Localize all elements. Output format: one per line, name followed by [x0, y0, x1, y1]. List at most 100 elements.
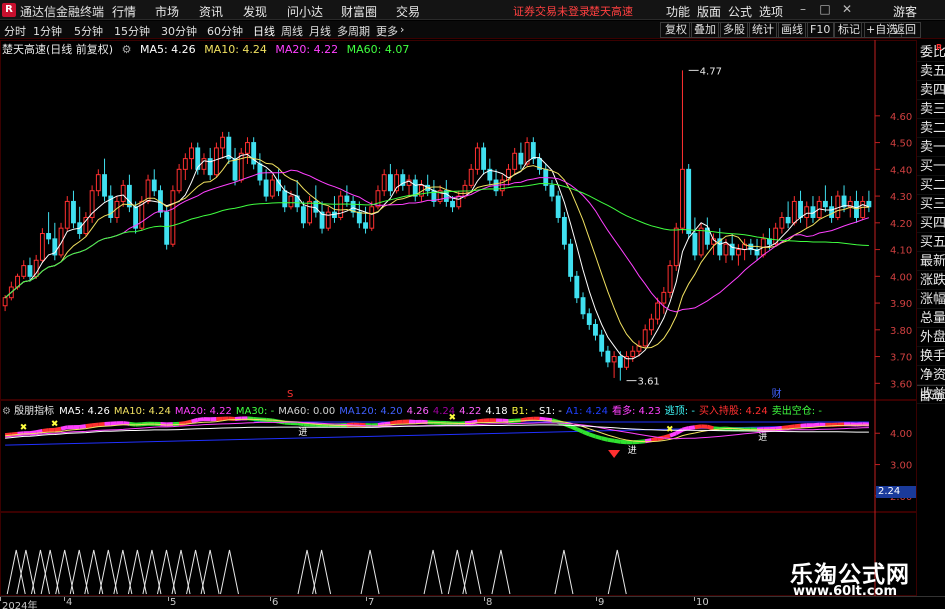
menu-options[interactable]: 选项	[759, 3, 783, 20]
candle-body[interactable]	[555, 195, 561, 218]
candle-body[interactable]	[176, 168, 182, 192]
candle-body[interactable]	[481, 147, 487, 170]
menu-discover[interactable]: 发现	[243, 3, 267, 20]
menu-wealth-circle[interactable]: 财富圈	[341, 3, 377, 20]
candle-body[interactable]	[64, 200, 70, 229]
candle-body[interactable]	[661, 291, 667, 304]
candle-body[interactable]	[667, 265, 673, 293]
quote-tab-1[interactable]: 卖五	[917, 62, 945, 81]
candle-body[interactable]	[263, 179, 269, 197]
candle-body[interactable]	[829, 206, 835, 218]
candle-body[interactable]	[21, 265, 27, 277]
adjust-button[interactable]: 复权	[660, 22, 692, 38]
candle-body[interactable]	[785, 216, 791, 224]
candle-body[interactable]	[642, 329, 648, 347]
menu-layout[interactable]: 版面	[697, 3, 721, 20]
f10-button[interactable]: F10	[805, 22, 836, 38]
quote-tab-3[interactable]: 卖三	[917, 100, 945, 119]
candle-body[interactable]	[791, 200, 797, 224]
quote-tab-5[interactable]: 卖一	[917, 138, 945, 157]
candle-body[interactable]	[126, 184, 132, 208]
candle-body[interactable]	[611, 356, 617, 363]
candle-body[interactable]	[735, 249, 741, 256]
candle-body[interactable]	[39, 233, 45, 261]
candle-body[interactable]	[549, 184, 555, 197]
signal-oscillator-chart[interactable]	[0, 512, 917, 596]
candle-body[interactable]	[369, 206, 375, 229]
candle-body[interactable]	[474, 147, 480, 170]
candle-body[interactable]	[344, 195, 350, 202]
candle-body[interactable]	[356, 211, 362, 224]
candle-body[interactable]	[586, 313, 592, 325]
candle-body[interactable]	[655, 302, 661, 320]
quote-tab-16[interactable]: 换手	[917, 347, 945, 366]
quote-tab-7[interactable]: 买二	[917, 176, 945, 195]
auto-tab[interactable]: 自动	[917, 385, 945, 405]
tab-60min[interactable]: 60分钟	[207, 23, 243, 39]
candle-body[interactable]	[767, 238, 772, 245]
menu-functions[interactable]: 功能	[666, 3, 690, 20]
candle-body[interactable]	[120, 184, 126, 202]
candle-body[interactable]	[648, 318, 654, 331]
candle-body[interactable]	[723, 243, 729, 256]
candle-body[interactable]	[46, 233, 52, 240]
quote-tab-8[interactable]: 买三	[917, 195, 945, 214]
candle-body[interactable]	[841, 195, 847, 208]
candle-body[interactable]	[220, 136, 226, 149]
quote-tab-2[interactable]: 卖四	[917, 81, 945, 100]
quote-tab-14[interactable]: 总量	[917, 309, 945, 328]
indicator-settings-gear-icon[interactable]: ⚙	[2, 406, 14, 417]
menu-trade[interactable]: 交易	[396, 3, 420, 20]
candle-body[interactable]	[71, 200, 76, 224]
candle-body[interactable]	[27, 265, 33, 277]
event-marker[interactable]: S	[287, 389, 293, 400]
candle-body[interactable]	[164, 211, 170, 245]
candle-body[interactable]	[363, 222, 368, 229]
candle-body[interactable]	[269, 179, 275, 197]
candle-body[interactable]	[680, 168, 685, 229]
quote-tab-15[interactable]: 外盘	[917, 328, 945, 347]
back-button[interactable]: 返回	[889, 22, 921, 38]
candle-body[interactable]	[232, 158, 238, 181]
stats-button[interactable]: 统计	[747, 22, 779, 38]
candle-body[interactable]	[213, 147, 219, 176]
quote-tab-13[interactable]: 涨幅	[917, 290, 945, 309]
candle-body[interactable]	[189, 147, 194, 160]
tab-monthly[interactable]: 月线	[309, 23, 331, 39]
close-icon[interactable]: ✕	[840, 2, 854, 16]
tab-daily[interactable]: 日线	[253, 23, 275, 39]
candle-body[interactable]	[325, 211, 331, 229]
event-marker[interactable]: 财	[772, 387, 782, 400]
candle-body[interactable]	[673, 227, 679, 267]
tab-more[interactable]: 更多	[376, 23, 398, 39]
candle-body[interactable]	[95, 174, 101, 192]
quote-tab-12[interactable]: 涨跌	[917, 271, 945, 290]
draw-line-button[interactable]: 画线	[776, 22, 808, 38]
candle-body[interactable]	[338, 195, 344, 218]
candle-body[interactable]	[574, 275, 580, 299]
candle-body[interactable]	[530, 142, 536, 160]
candle-body[interactable]	[568, 243, 574, 277]
candle-body[interactable]	[2, 297, 8, 307]
candle-body[interactable]	[282, 190, 288, 208]
candle-body[interactable]	[182, 158, 188, 170]
guest-user[interactable]: 游客	[893, 3, 917, 20]
candle-body[interactable]	[245, 142, 250, 154]
candle-body[interactable]	[468, 168, 474, 186]
more-chevron-icon[interactable]: ›	[400, 23, 404, 36]
menu-quotes[interactable]: 行情	[112, 3, 136, 20]
candle-body[interactable]	[835, 195, 841, 218]
candle-body[interactable]	[456, 195, 462, 208]
quote-tab-6[interactable]: 买一	[917, 157, 945, 176]
tab-30min[interactable]: 30分钟	[161, 23, 197, 39]
candle-body[interactable]	[605, 350, 611, 363]
minimize-icon[interactable]: –	[796, 2, 810, 16]
candle-body[interactable]	[518, 152, 524, 165]
tab-weekly[interactable]: 周线	[281, 23, 303, 39]
tab-intraday[interactable]: 分时	[4, 23, 26, 39]
candle-body[interactable]	[617, 356, 623, 368]
entry-signal-marker[interactable]: 进	[628, 445, 637, 456]
entry-signal-marker[interactable]: 进	[758, 432, 767, 443]
multi-stock-button[interactable]: 多股	[718, 22, 750, 38]
settings-gear-icon[interactable]: ⚙	[122, 43, 132, 56]
